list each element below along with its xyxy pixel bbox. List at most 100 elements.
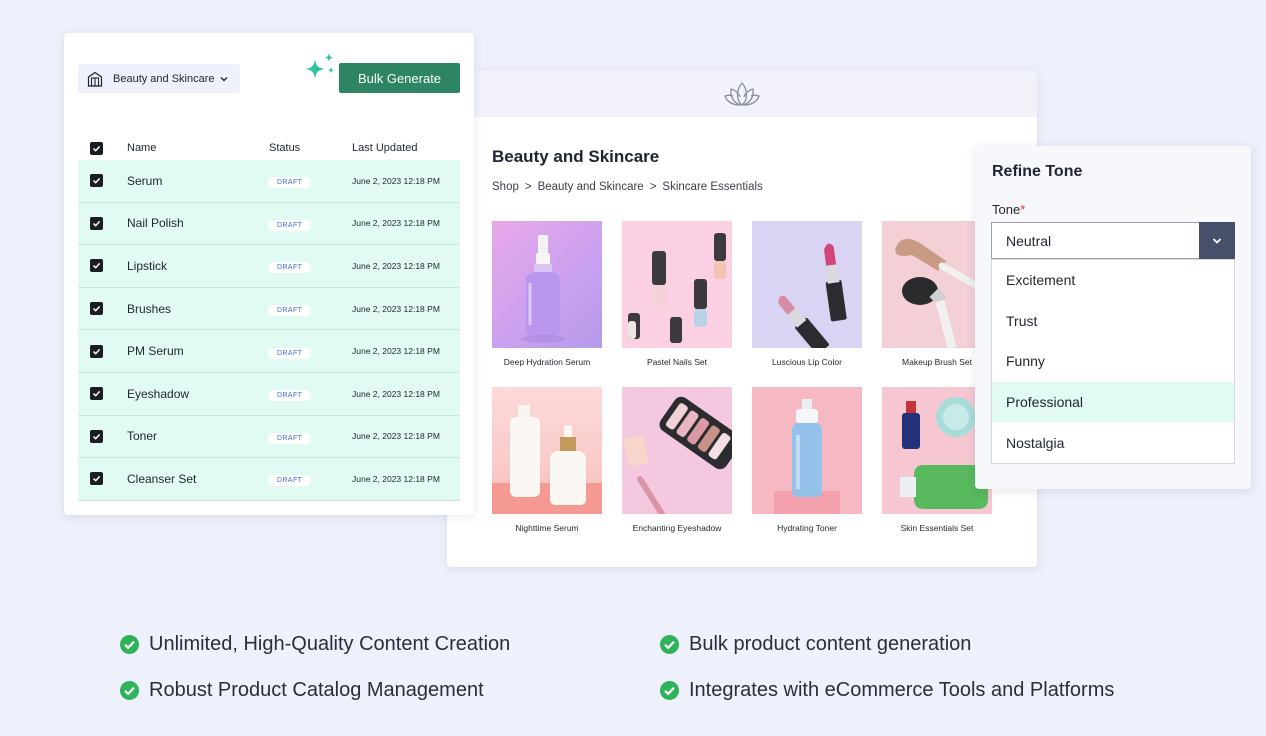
refine-tone-panel: Refine Tone Tone* Neutral Excitement Tru… xyxy=(975,146,1251,489)
row-name: Cleanser Set xyxy=(127,471,197,486)
row-checkbox[interactable] xyxy=(90,387,103,401)
status-badge: DRAFT xyxy=(268,262,312,274)
status-badge: DRAFT xyxy=(268,177,312,189)
feature-text: Bulk product content generation xyxy=(689,632,972,655)
feature-list: Unlimited, High-Quality Content Creation… xyxy=(120,632,1160,702)
feature-text: Robust Product Catalog Management xyxy=(149,678,484,701)
check-icon xyxy=(92,433,101,440)
tone-option[interactable]: Nostalgia xyxy=(992,422,1234,463)
shop-preview-card: Beauty and Skincare Shop > Beauty and Sk… xyxy=(447,71,1037,567)
product-card[interactable]: Enchanting Eyeshadow xyxy=(622,387,732,533)
table-row[interactable]: Toner DRAFT June 2, 2023 12:18 PM xyxy=(78,415,460,459)
store-icon xyxy=(87,71,103,87)
product-table-card: Beauty and Skincare Bulk Generate Name S… xyxy=(64,33,474,515)
row-checkbox[interactable] xyxy=(90,259,103,273)
row-checkbox[interactable] xyxy=(90,302,103,316)
breadcrumb-shop[interactable]: Shop xyxy=(492,181,519,193)
tone-field-label: Tone* xyxy=(992,202,1025,217)
column-header-status[interactable]: Status xyxy=(269,142,352,154)
row-checkbox[interactable] xyxy=(90,472,103,486)
row-updated: June 2, 2023 12:18 PM xyxy=(352,388,440,399)
row-checkbox[interactable] xyxy=(90,429,103,443)
row-name: PM Serum xyxy=(127,344,184,359)
product-name: Luscious Lip Color xyxy=(772,357,842,367)
status-badge: DRAFT xyxy=(268,347,312,359)
table-row[interactable]: PM Serum DRAFT June 2, 2023 12:18 PM xyxy=(78,330,460,373)
breadcrumb-category[interactable]: Beauty and Skincare xyxy=(538,181,644,193)
chevron-down-icon xyxy=(1212,237,1222,244)
product-name: Enchanting Eyeshadow xyxy=(632,523,722,533)
tone-option[interactable]: Funny xyxy=(992,341,1234,382)
row-name: Brushes xyxy=(127,301,172,316)
check-icon xyxy=(92,178,101,185)
bulk-generate-button[interactable]: Bulk Generate xyxy=(339,63,460,93)
row-checkbox[interactable] xyxy=(90,174,103,188)
status-badge: DRAFT xyxy=(268,390,312,402)
row-checkbox[interactable] xyxy=(90,344,103,358)
feature-text: Unlimited, High-Quality Content Creation xyxy=(149,632,511,655)
feature-item: Integrates with eCommerce Tools and Plat… xyxy=(660,678,1160,702)
row-name: Lipstick xyxy=(127,258,168,273)
status-badge: DRAFT xyxy=(268,475,312,487)
row-checkbox[interactable] xyxy=(90,216,103,230)
tone-option-highlighted[interactable]: Professional xyxy=(992,381,1234,423)
check-icon xyxy=(92,391,101,398)
product-card[interactable]: Hydrating Toner xyxy=(752,387,862,533)
status-badge: DRAFT xyxy=(268,432,312,444)
category-select-label: Beauty and Skincare xyxy=(113,72,215,85)
column-header-name[interactable]: Name xyxy=(127,142,269,154)
feature-item: Robust Product Catalog Management xyxy=(120,678,660,702)
table-body: Serum DRAFT June 2, 2023 12:18 PM Nail P… xyxy=(78,160,460,501)
table-row[interactable]: Lipstick DRAFT June 2, 2023 12:18 PM xyxy=(78,245,460,288)
tone-select-toggle[interactable] xyxy=(1199,222,1235,259)
product-image xyxy=(492,221,602,348)
row-updated: June 2, 2023 12:18 PM xyxy=(352,260,440,271)
check-icon xyxy=(92,476,101,483)
product-image xyxy=(622,387,732,514)
product-name: Hydrating Toner xyxy=(777,523,837,533)
breadcrumb: Shop > Beauty and Skincare > Skincare Es… xyxy=(492,181,763,193)
row-updated: June 2, 2023 12:18 PM xyxy=(352,473,440,484)
product-grid: Deep Hydration Serum Pastel Nails Set Lu… xyxy=(492,221,1012,533)
tone-label-text: Tone xyxy=(992,202,1021,217)
row-name: Eyeshadow xyxy=(127,386,190,401)
product-image xyxy=(622,221,732,348)
tone-dropdown-menu: Excitement Trust Funny Professional Nost… xyxy=(991,259,1235,464)
check-icon xyxy=(92,145,101,152)
product-name: Deep Hydration Serum xyxy=(503,357,591,367)
table-row[interactable]: Eyeshadow DRAFT June 2, 2023 12:18 PM xyxy=(78,372,460,416)
table-row[interactable]: Brushes DRAFT June 2, 2023 12:18 PM xyxy=(78,287,460,331)
tone-select[interactable]: Neutral xyxy=(991,222,1235,259)
product-image xyxy=(752,221,862,348)
row-updated: June 2, 2023 12:18 PM xyxy=(352,175,440,186)
table-row[interactable]: Nail Polish DRAFT June 2, 2023 12:18 PM xyxy=(78,202,460,246)
feature-item: Unlimited, High-Quality Content Creation xyxy=(120,632,660,656)
breadcrumb-separator: > xyxy=(649,181,657,193)
product-image xyxy=(492,387,602,514)
check-icon xyxy=(92,348,101,355)
category-select[interactable]: Beauty and Skincare xyxy=(78,64,240,93)
table-row[interactable]: Cleanser Set DRAFT June 2, 2023 12:18 PM xyxy=(78,458,460,501)
tone-option[interactable]: Excitement xyxy=(992,260,1234,301)
table-header: Name Status Last Updated xyxy=(78,137,460,159)
tone-option[interactable]: Trust xyxy=(992,301,1234,342)
row-updated: June 2, 2023 12:18 PM xyxy=(352,346,440,357)
row-updated: June 2, 2023 12:18 PM xyxy=(352,218,440,229)
select-all-checkbox[interactable] xyxy=(90,141,103,155)
check-circle-icon xyxy=(660,634,679,654)
shop-title: Beauty and Skincare xyxy=(492,147,660,166)
panel-title: Refine Tone xyxy=(992,163,1083,180)
check-icon xyxy=(92,220,101,227)
table-row[interactable]: Serum DRAFT June 2, 2023 12:18 PM xyxy=(78,160,460,203)
row-name: Nail Polish xyxy=(127,216,184,231)
product-card[interactable]: Luscious Lip Color xyxy=(752,221,862,367)
column-header-updated[interactable]: Last Updated xyxy=(352,142,460,154)
breadcrumb-current: Skincare Essentials xyxy=(662,181,763,193)
status-badge: DRAFT xyxy=(268,305,312,317)
check-icon xyxy=(92,305,101,312)
row-updated: June 2, 2023 12:18 PM xyxy=(352,303,440,314)
product-card[interactable]: Deep Hydration Serum xyxy=(492,221,602,367)
product-card[interactable]: Pastel Nails Set xyxy=(622,221,732,367)
lotus-icon xyxy=(724,82,760,106)
product-card[interactable]: Nighttime Serum xyxy=(492,387,602,533)
